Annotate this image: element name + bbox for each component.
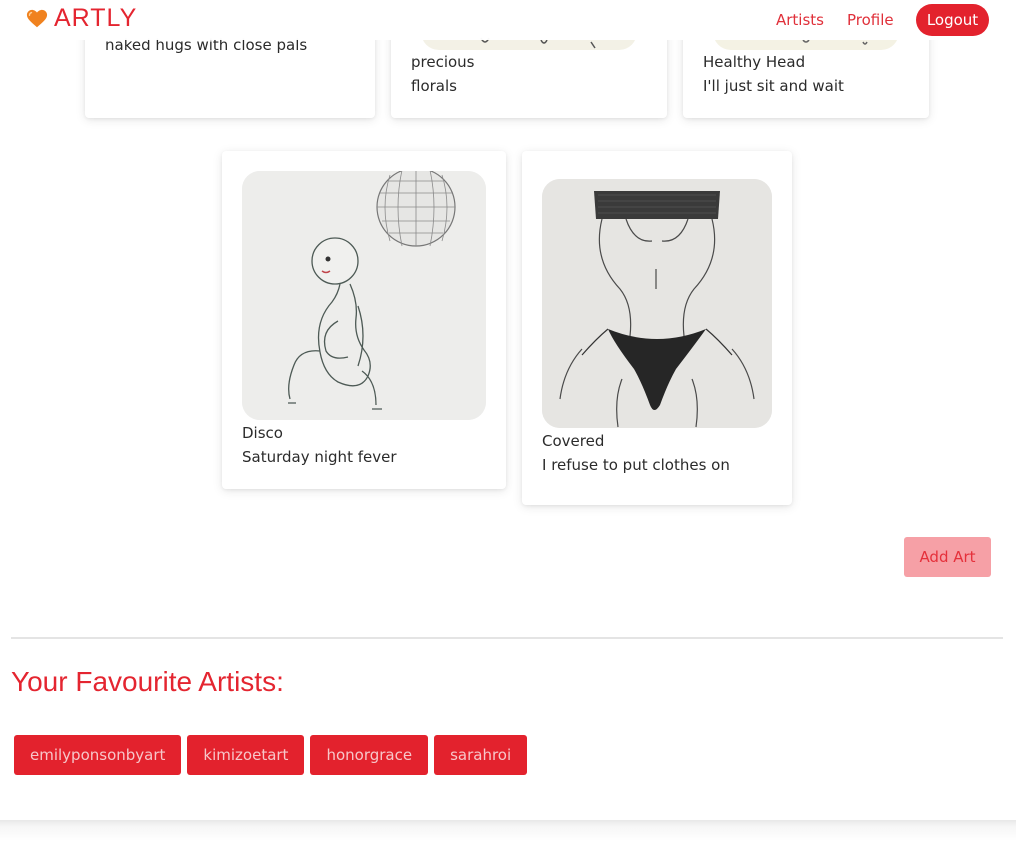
logout-button[interactable]: Logout: [916, 4, 989, 36]
card-description: florals: [411, 77, 457, 95]
card-title: Healthy Head: [703, 53, 806, 71]
card-description: I refuse to put clothes on: [542, 456, 730, 474]
card-description: I'll just sit and wait: [703, 77, 844, 95]
art-card[interactable]: Disco Saturday night fever: [222, 151, 506, 489]
nav-link-artists[interactable]: Artists: [776, 11, 824, 29]
art-card[interactable]: Covered I refuse to put clothes on: [522, 151, 792, 505]
brand-name: ARTLY: [54, 4, 138, 32]
nav-link-profile[interactable]: Profile: [847, 11, 894, 29]
heart-icon: [26, 9, 48, 27]
favourite-artist-button[interactable]: emilyponsonbyart: [14, 735, 182, 775]
card-title: Covered: [542, 432, 605, 450]
card-title: Disco: [242, 424, 283, 442]
favourite-artists-heading: Your Favourite Artists:: [11, 666, 284, 697]
navbar: ARTLY Artists Profile Logout: [0, 0, 1016, 40]
card-description: Saturday night fever: [242, 448, 397, 466]
card-title: precious: [411, 53, 475, 71]
divider: [11, 637, 1003, 639]
favourite-artists-list: emilyponsonbyart kimizoetart honorgrace …: [14, 735, 528, 775]
artwork-image[interactable]: [542, 179, 772, 428]
brand-logo[interactable]: ARTLY: [26, 4, 137, 33]
artwork-image[interactable]: [242, 171, 486, 420]
favourite-artist-button[interactable]: kimizoetart: [187, 735, 305, 775]
footer: [0, 820, 1016, 841]
favourite-artist-button[interactable]: honorgrace: [310, 735, 429, 775]
add-art-button[interactable]: Add Art: [904, 537, 991, 577]
favourite-artist-button[interactable]: sarahroi: [434, 735, 528, 775]
